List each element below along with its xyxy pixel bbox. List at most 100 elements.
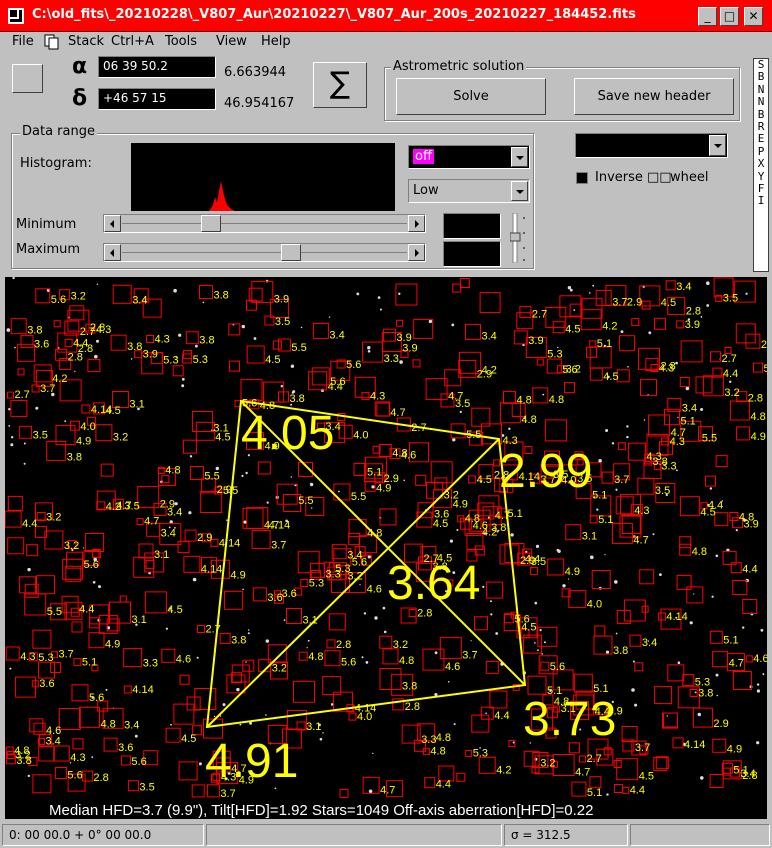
- star-dot: [14, 346, 16, 349]
- star-hfd-label: 3.5: [139, 782, 154, 794]
- image-viewer[interactable]: 4.6 5.6 3.2 3.2 4.4 3.5 4.4 3.1 3.2 5.3 5.1 4.9 5.1 3…: [5, 277, 767, 819]
- scroll-left-icon[interactable]: [104, 215, 121, 232]
- star-hfd-label: 5.3: [695, 677, 710, 689]
- star-box: [179, 674, 190, 685]
- side-toolbar-item[interactable]: B: [754, 70, 768, 83]
- star-hfd-label: 3.7: [220, 788, 235, 800]
- menu-stack[interactable]: Stack: [68, 34, 104, 49]
- star-box: [579, 755, 586, 763]
- side-toolbar-item[interactable]: E: [754, 133, 768, 146]
- star-dot: [383, 630, 387, 634]
- menu-help[interactable]: Help: [261, 34, 291, 49]
- maximize-button[interactable]: □: [720, 7, 739, 26]
- side-toolbar-item[interactable]: I: [754, 195, 768, 208]
- star-hfd-label: 5.5: [204, 471, 219, 483]
- star-dot: [306, 647, 308, 649]
- minimum-slider[interactable]: [103, 214, 426, 233]
- star-dot: [189, 455, 193, 458]
- close-button[interactable]: ✕: [744, 7, 763, 26]
- star-hfd-label: 4.5: [105, 405, 120, 417]
- star-box: [663, 712, 678, 728]
- star-dot: [74, 370, 76, 373]
- star-box: [478, 756, 496, 774]
- star-box: [722, 767, 731, 776]
- maximum-value-input[interactable]: [443, 241, 501, 267]
- star-hfd-label: 3.1: [306, 721, 321, 733]
- star-dot: [729, 380, 732, 383]
- star-hfd-label: 3.8: [613, 645, 628, 657]
- star-hfd-label: 4.6: [473, 520, 488, 532]
- star-hfd-label: 5.3: [309, 578, 324, 590]
- dec-input[interactable]: +46 57 15: [98, 88, 216, 110]
- star-hfd-label: 3.5: [275, 316, 290, 328]
- solve-button[interactable]: Solve: [396, 78, 546, 115]
- chevron-down-icon[interactable]: [511, 147, 528, 167]
- star-hfd-label: 4.5: [265, 354, 280, 366]
- maximum-slider[interactable]: [103, 243, 426, 262]
- star-hfd-label: 3.5: [33, 429, 48, 441]
- star-dot: [283, 619, 286, 621]
- inverse-checkbox[interactable]: [576, 172, 588, 184]
- star-box: [631, 318, 640, 327]
- star-dot: [266, 501, 269, 504]
- chevron-down-icon[interactable]: [511, 181, 528, 201]
- star-box: [589, 776, 602, 789]
- star-hfd-label: 4.2: [496, 764, 511, 776]
- stretch-mode-select[interactable]: off: [408, 145, 530, 169]
- star-box: [185, 331, 199, 345]
- star-dot: [508, 427, 511, 430]
- menu-tools[interactable]: Tools: [165, 34, 197, 49]
- star-hfd-label: 4.4: [79, 603, 94, 615]
- ra-input[interactable]: 06 39 50.2: [98, 56, 216, 78]
- star-box: [194, 688, 217, 710]
- scroll-left-icon[interactable]: [104, 244, 121, 261]
- app-icon[interactable]: [8, 8, 24, 24]
- star-hfd-label: 3.7: [271, 539, 286, 551]
- star-hfd-label: 2.9: [477, 368, 492, 380]
- star-dot: [620, 330, 624, 333]
- star-hfd-label: 3.4: [482, 330, 497, 342]
- color-scheme-select[interactable]: [575, 133, 728, 158]
- star-dot: [604, 554, 606, 556]
- star-dot: [173, 288, 177, 293]
- minimum-slider-thumb[interactable]: [201, 215, 221, 232]
- star-hfd-label: 5.6: [131, 756, 146, 768]
- star-box: [742, 599, 758, 614]
- save-new-header-button[interactable]: Save new header: [574, 78, 734, 115]
- star-box: [50, 662, 62, 673]
- scroll-right-icon[interactable]: [408, 215, 425, 232]
- star-box: [71, 684, 89, 702]
- star-dot: [756, 689, 761, 693]
- star-dot: [242, 588, 244, 591]
- menu-file[interactable]: File: [12, 34, 34, 49]
- star-box: [161, 648, 176, 663]
- minimum-value-input[interactable]: [443, 213, 501, 239]
- menu-view[interactable]: View: [216, 34, 247, 49]
- star-dot: [178, 333, 182, 337]
- range-vertical-slider[interactable]: [509, 212, 525, 264]
- scroll-right-icon[interactable]: [408, 244, 425, 261]
- star-dot: [456, 529, 459, 531]
- level-select[interactable]: Low: [408, 179, 530, 203]
- star-hfd-label: 4.9: [230, 569, 245, 581]
- star-hfd-label: 3.8: [290, 393, 305, 405]
- minimize-button[interactable]: _: [698, 7, 717, 26]
- sum-button[interactable]: ∑: [313, 62, 367, 108]
- star-box: [459, 278, 470, 288]
- chevron-down-icon[interactable]: [709, 135, 726, 156]
- star-box: [328, 613, 346, 631]
- star-dot: [631, 688, 635, 692]
- star-box: [519, 305, 532, 318]
- side-toolbar-item[interactable]: X: [754, 157, 768, 170]
- maximum-slider-thumb[interactable]: [281, 244, 301, 261]
- star-hfd-label: 4.3: [155, 334, 170, 346]
- star-box: [422, 648, 445, 671]
- star-box: [682, 674, 695, 687]
- star-hfd-label: 4.14: [684, 739, 705, 751]
- star-dot: [195, 344, 198, 348]
- star-dot: [590, 555, 594, 560]
- color-swatch-button[interactable]: [12, 64, 43, 93]
- star-box: [331, 544, 347, 560]
- side-toolbar-item[interactable]: N: [754, 95, 768, 108]
- star-box: [379, 635, 393, 649]
